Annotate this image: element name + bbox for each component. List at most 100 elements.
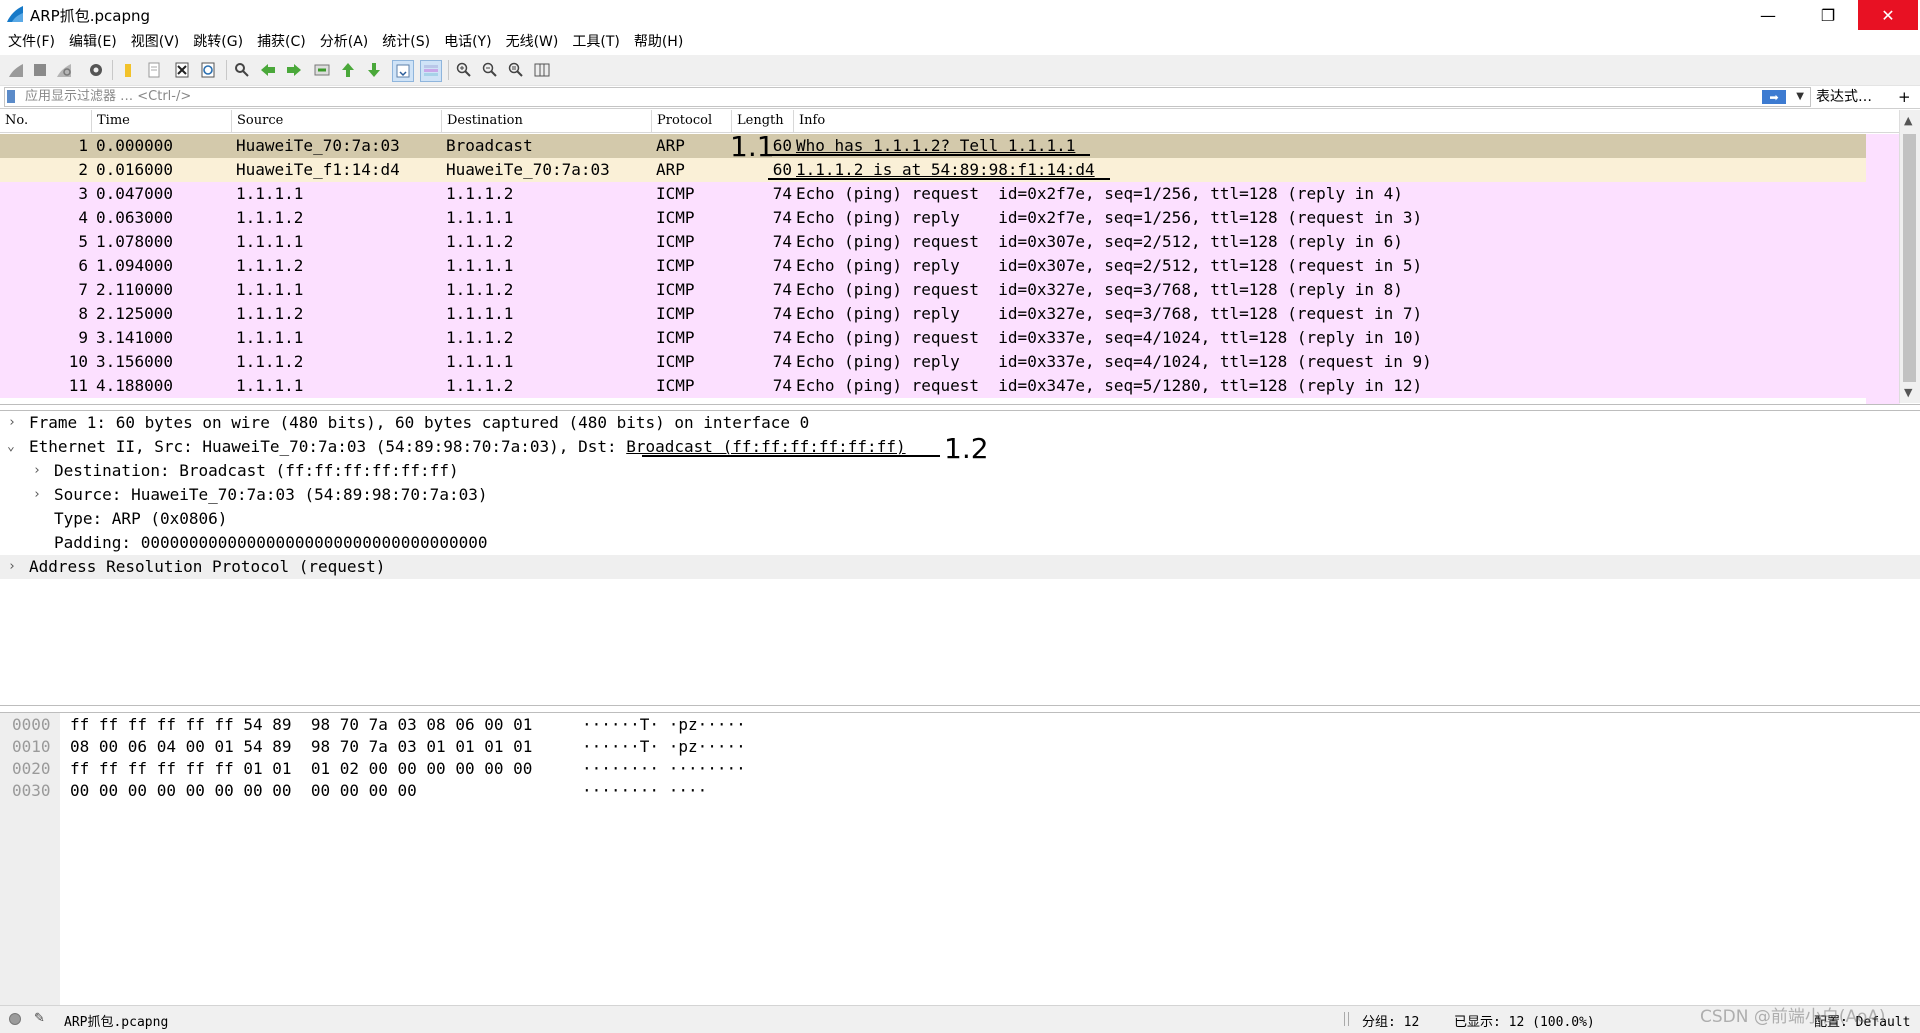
menu-go[interactable]: 跳转(G): [186, 30, 250, 54]
arrow-right-icon: ➡: [1769, 90, 1779, 104]
bookmark-icon[interactable]: [7, 90, 15, 103]
filter-history-dropdown[interactable]: ▼: [1796, 88, 1804, 106]
zoom-in-button[interactable]: [454, 60, 474, 80]
find-packet-button[interactable]: [232, 60, 252, 80]
bytes-ascii: ······T· ·pz·····: [582, 737, 746, 756]
packet-cell-no: 2: [78, 160, 88, 179]
go-forward-button[interactable]: [284, 60, 304, 80]
resize-columns-button[interactable]: [532, 60, 552, 80]
menu-analyze[interactable]: 分析(A): [313, 30, 376, 54]
stop-icon: [34, 64, 46, 76]
close-button[interactable]: ✕: [1858, 0, 1918, 30]
annotation-underline-1: [768, 154, 1090, 156]
detail-row-padding[interactable]: Padding: 0000000000000000000000000000000…: [0, 531, 1920, 555]
reload-file-button[interactable]: [198, 60, 218, 80]
detail-row-type[interactable]: Type: ARP (0x0806): [0, 507, 1920, 531]
capture-options-button[interactable]: [86, 60, 106, 80]
restore-button[interactable]: ❐: [1798, 0, 1858, 30]
packet-row[interactable]: 7 2.110000 1.1.1.1 1.1.1.2 ICMP 74 Echo (ping)…: [0, 278, 1866, 302]
packet-row[interactable]: 9 3.141000 1.1.1.1 1.1.1.2 ICMP 74 Echo (ping)…: [0, 326, 1866, 350]
packet-row[interactable]: 3 0.047000 1.1.1.1 1.1.1.2 ICMP 74 Echo (ping)…: [0, 182, 1866, 206]
packet-cell-time: 3.141000: [96, 328, 174, 347]
menu-wireless[interactable]: 无线(W): [499, 30, 566, 54]
packet-row[interactable]: 10 3.156000 1.1.1.2 1.1.1.1 ICMP 74 Echo (ping…: [0, 350, 1866, 374]
expression-button[interactable]: 表达式…: [1816, 87, 1872, 107]
restart-capture-button[interactable]: [54, 60, 74, 80]
packet-cell-destination: 1.1.1.2: [446, 232, 514, 251]
display-filter-input[interactable]: 应用显示过滤器 … <Ctrl-/> ➡ ▼: [4, 87, 1811, 107]
scroll-down-icon[interactable]: ▼: [1904, 386, 1912, 399]
expanded-arrow-icon[interactable]: ⌄: [7, 435, 15, 459]
packet-row[interactable]: 8 2.125000 1.1.1.2 1.1.1.1 ICMP 74 Echo (ping)…: [0, 302, 1866, 326]
packet-minimap[interactable]: [1866, 134, 1900, 404]
bytes-offset: 0020: [12, 759, 51, 778]
start-capture-button[interactable]: [6, 60, 26, 80]
packet-cell-destination: HuaweiTe_70:7a:03: [446, 160, 610, 179]
open-file-button[interactable]: [118, 60, 138, 80]
menu-help[interactable]: 帮助(H): [627, 30, 690, 54]
packet-list-scrollbar[interactable]: ▲ ▼: [1899, 110, 1920, 403]
watermark: CSDN @前端小白(AoA): [1700, 1007, 1886, 1027]
packet-row[interactable]: 11 4.188000 1.1.1.1 1.1.1.2 ICMP 74 Echo (ping…: [0, 374, 1866, 398]
go-back-button[interactable]: [258, 60, 278, 80]
first-packet-button[interactable]: [338, 60, 358, 80]
colorize-button[interactable]: [420, 60, 442, 82]
status-filename: ARP抓包.pcapng: [64, 1015, 169, 1030]
close-file-button[interactable]: [172, 60, 192, 80]
col-header-no[interactable]: No.: [0, 110, 92, 132]
packet-cell-no: 9: [78, 328, 88, 347]
collapsed-arrow-icon[interactable]: ›: [33, 483, 41, 507]
collapsed-arrow-icon[interactable]: ›: [8, 555, 16, 579]
zoom-reset-icon: [508, 62, 523, 77]
expert-info-icon[interactable]: [9, 1013, 21, 1025]
scrollbar-thumb[interactable]: [1903, 134, 1916, 382]
menu-view[interactable]: 视图(V): [124, 30, 187, 54]
col-header-source[interactable]: Source: [232, 110, 442, 132]
menu-tools[interactable]: 工具(T): [565, 30, 626, 54]
search-icon: [235, 63, 249, 77]
status-divider: [1344, 1012, 1349, 1026]
packet-cell-destination: Broadcast: [446, 136, 533, 155]
detail-row-arp[interactable]: › Address Resolution Protocol (request): [0, 555, 1920, 579]
packet-cell-source: 1.1.1.2: [236, 304, 304, 323]
packet-cell-info: Echo (ping) reply id=0x337e, seq=4/1024,…: [796, 352, 1432, 371]
packet-row[interactable]: 4 0.063000 1.1.1.2 1.1.1.1 ICMP 74 Echo (ping)…: [0, 206, 1866, 230]
col-header-length[interactable]: Length: [732, 110, 794, 132]
menu-statistics[interactable]: 统计(S): [375, 30, 437, 54]
packet-row[interactable]: 5 1.078000 1.1.1.1 1.1.1.2 ICMP 74 Echo (ping)…: [0, 230, 1866, 254]
arrow-right-icon: [287, 64, 301, 76]
detail-destination-text: Destination: Broadcast (ff:ff:ff:ff:ff:f…: [54, 461, 459, 480]
collapsed-arrow-icon[interactable]: ›: [33, 459, 41, 483]
capture-comment-icon[interactable]: ✎: [34, 1011, 45, 1026]
col-header-info[interactable]: Info: [794, 110, 1900, 132]
packet-cell-protocol: ICMP: [656, 352, 695, 371]
menu-file[interactable]: 文件(F): [0, 30, 62, 54]
col-header-protocol[interactable]: Protocol: [652, 110, 732, 132]
zoom-out-button[interactable]: [480, 60, 500, 80]
menu-capture[interactable]: 捕获(C): [250, 30, 313, 54]
add-filter-button[interactable]: +: [1898, 86, 1911, 108]
apply-filter-button[interactable]: ➡: [1762, 90, 1786, 104]
go-to-packet-button[interactable]: [312, 60, 332, 80]
packet-cell-no: 1: [78, 136, 88, 155]
packet-cell-no: 5: [78, 232, 88, 251]
bytes-ascii: ········ ········: [582, 759, 746, 778]
scroll-up-icon[interactable]: ▲: [1904, 114, 1912, 127]
stop-capture-button[interactable]: [30, 60, 50, 80]
col-header-destination[interactable]: Destination: [442, 110, 652, 132]
packet-cell-no: 6: [78, 256, 88, 275]
last-packet-button[interactable]: [364, 60, 384, 80]
menu-edit[interactable]: 编辑(E): [62, 30, 124, 54]
autoscroll-button[interactable]: [392, 60, 414, 82]
menu-telephony[interactable]: 电话(Y): [437, 30, 498, 54]
minimize-button[interactable]: —: [1738, 0, 1798, 30]
detail-row-source[interactable]: › Source: HuaweiTe_70:7a:03 (54:89:98:70…: [0, 483, 1920, 507]
packet-row[interactable]: 6 1.094000 1.1.1.2 1.1.1.1 ICMP 74 Echo (ping)…: [0, 254, 1866, 278]
packet-cell-info: Echo (ping) request id=0x337e, seq=4/102…: [796, 328, 1423, 347]
save-file-button[interactable]: [144, 60, 164, 80]
normal-size-button[interactable]: [506, 60, 526, 80]
col-header-time[interactable]: Time: [92, 110, 232, 132]
restart-fin-icon: [57, 64, 71, 77]
annotation-label-1-2: 1.2: [944, 432, 989, 465]
collapsed-arrow-icon[interactable]: ›: [8, 411, 16, 435]
